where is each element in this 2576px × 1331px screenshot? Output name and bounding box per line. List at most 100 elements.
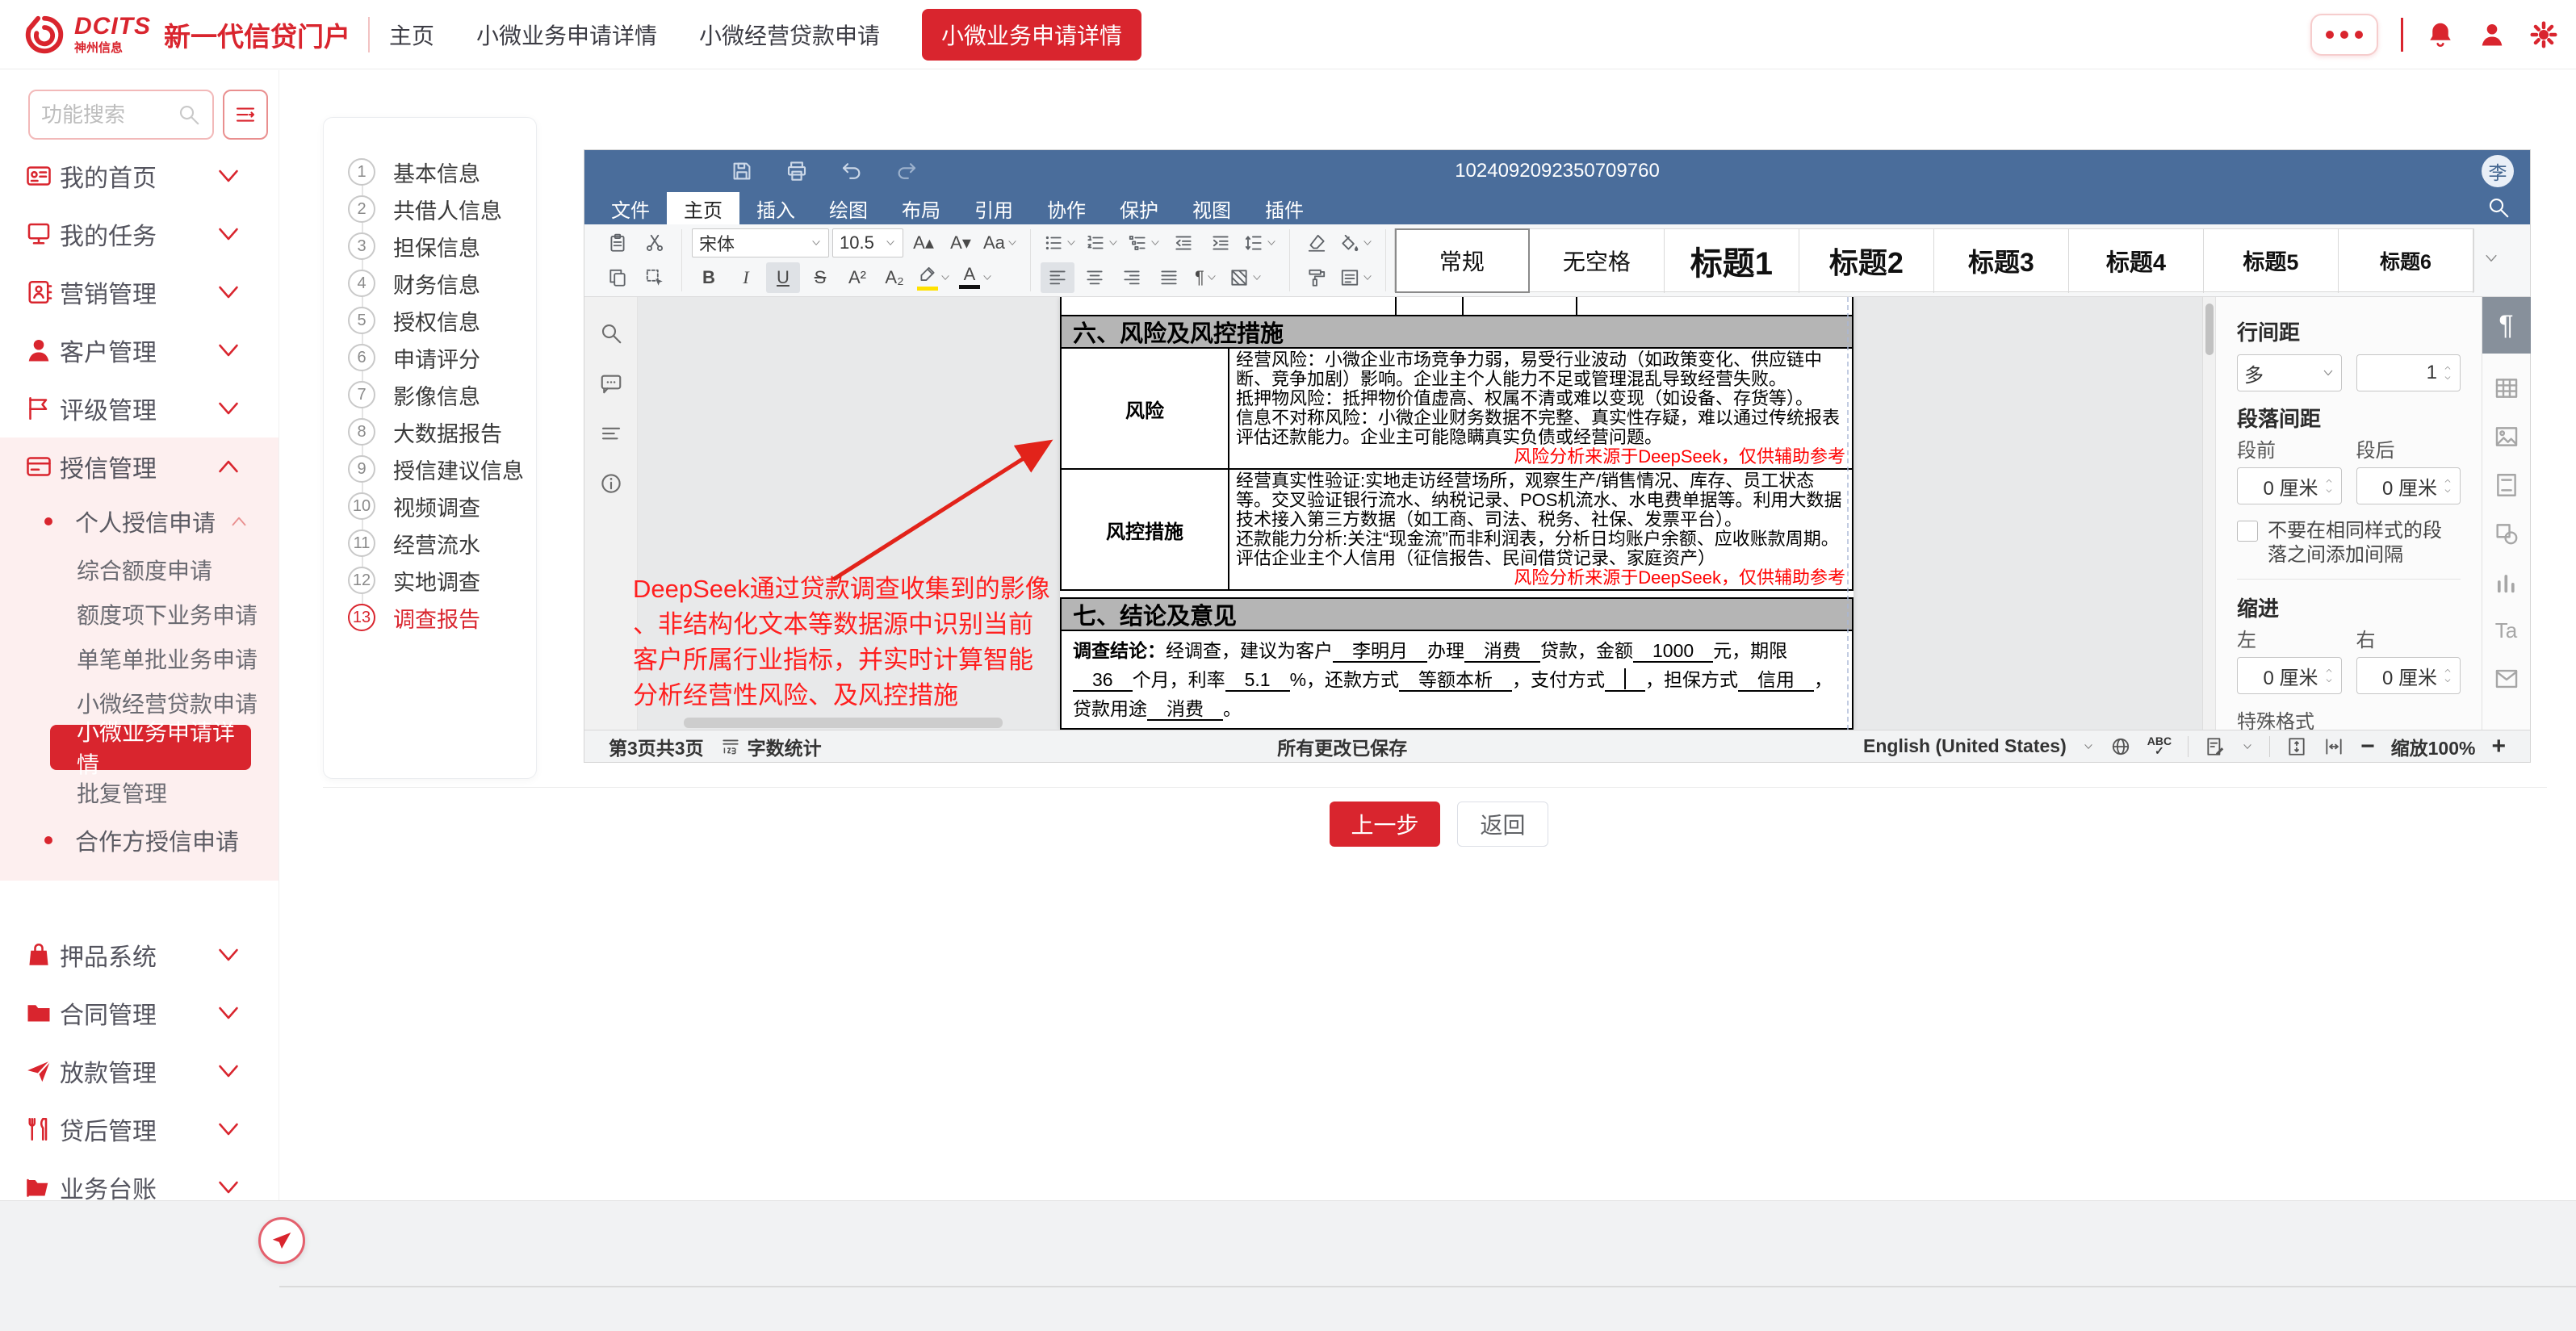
editor-menu-2[interactable]: 插入 (739, 192, 812, 224)
save-icon[interactable] (730, 159, 754, 183)
menu-collapse-button[interactable] (223, 90, 268, 140)
no-space-checkbox[interactable] (2237, 521, 2258, 542)
grow-font-button[interactable]: A▴ (907, 228, 940, 258)
step-12[interactable]: 12实地调查 (348, 562, 536, 599)
line-spacing-value-stepper[interactable]: 1 (2356, 354, 2461, 391)
step-10[interactable]: 10视频调查 (348, 488, 536, 525)
document-page[interactable]: 六、风险及风控措施 风险 经营风险：小微企业市场竞争力弱，易受行业波动（如政策变… (1060, 297, 1853, 730)
sidebar-item-1[interactable]: 我的任务 (0, 205, 279, 263)
shading-button[interactable] (1226, 262, 1265, 293)
paragraph-panel-button[interactable]: ¶ (2482, 297, 2531, 354)
align-justify-button[interactable] (1152, 262, 1186, 293)
editor-menu-0[interactable]: 文件 (594, 192, 667, 224)
underline-button[interactable]: U (766, 262, 800, 293)
sidebar-subitem-5-0[interactable]: 个人授信申请 (0, 496, 279, 547)
format-painter-button[interactable] (1300, 262, 1334, 293)
spin-up-icon[interactable] (2442, 667, 2453, 675)
form-blank[interactable]: 1000 (1633, 640, 1713, 663)
style-常规[interactable]: 常规 (1395, 228, 1530, 293)
spin-down-icon[interactable] (2442, 487, 2453, 495)
form-blank[interactable]: 信用 (1738, 669, 1814, 692)
nav-tab-1[interactable]: 小微业务申请详情 (476, 19, 657, 51)
vertical-scrollbar[interactable] (2202, 297, 2215, 730)
step-7[interactable]: 7影像信息 (348, 376, 536, 413)
outline-icon[interactable] (599, 421, 623, 446)
nav-tab-0[interactable]: 主页 (389, 19, 434, 51)
form-blank[interactable]: 消费 (1147, 698, 1223, 721)
shape-panel-button[interactable] (2493, 520, 2520, 547)
comments-icon[interactable] (599, 371, 623, 396)
paragraph-mark-button[interactable]: ¶ (1189, 262, 1223, 293)
editor-menu-4[interactable]: 布局 (885, 192, 957, 224)
bell-icon[interactable] (2426, 20, 2455, 49)
style-标题1[interactable]: 标题1 (1665, 228, 1799, 293)
form-blank[interactable]: 等额本析 (1399, 669, 1512, 692)
undo-icon[interactable] (840, 159, 864, 183)
user-icon[interactable] (2478, 20, 2507, 49)
sidebar-leaf-5-0-2[interactable]: 单笔单批业务申请 (0, 636, 279, 680)
globe-icon[interactable] (2110, 736, 2131, 757)
sidebar-leaf-5-0-0[interactable]: 综合额度申请 (0, 547, 279, 592)
sidebar-subitem-5-1[interactable]: 合作方授信申请 (0, 814, 279, 866)
sidebar-search[interactable] (28, 90, 214, 140)
sidebar-item-9[interactable]: 贷后管理 (0, 1100, 279, 1158)
nav-tab-2[interactable]: 小微经营贷款申请 (699, 19, 880, 51)
select-button[interactable] (638, 262, 672, 293)
find-icon[interactable] (599, 321, 623, 345)
edit-mode-icon[interactable] (2205, 736, 2226, 757)
numbered-list-button[interactable] (1083, 228, 1121, 258)
redo-icon[interactable] (894, 159, 919, 183)
step-1[interactable]: 1基本信息 (348, 153, 536, 190)
sidebar-leaf-active[interactable]: 小微业务申请详情 (50, 725, 251, 770)
change-case-button[interactable]: Aa (981, 228, 1020, 258)
chart-panel-button[interactable] (2493, 568, 2520, 596)
line-spacing-button[interactable] (1241, 228, 1280, 258)
align-right-button[interactable] (1115, 262, 1149, 293)
strikethrough-button[interactable]: S (803, 262, 837, 293)
sidebar-item-7[interactable]: 合同管理 (0, 984, 279, 1042)
after-spacing-stepper[interactable]: 0 厘米 (2356, 467, 2461, 504)
spellcheck-button[interactable]: ABC✓ (2147, 737, 2172, 755)
spin-down-icon[interactable] (2323, 487, 2335, 495)
avatar[interactable]: 李 (2482, 155, 2514, 187)
editor-menu-7[interactable]: 保护 (1103, 192, 1175, 224)
form-blank[interactable]: 消费 (1464, 640, 1540, 663)
shrink-font-button[interactable]: A▾ (944, 228, 978, 258)
fit-width-icon[interactable] (2323, 736, 2344, 757)
editor-menu-9[interactable]: 插件 (1248, 192, 1321, 224)
style-标题6[interactable]: 标题6 (2339, 228, 2473, 293)
multilevel-list-button[interactable] (1125, 228, 1163, 258)
cut-button[interactable] (638, 228, 672, 258)
fill-color-button[interactable] (1337, 228, 1376, 258)
spin-up-icon[interactable] (2323, 477, 2335, 485)
sidebar-item-5[interactable]: 授信管理 (0, 437, 279, 496)
indent-left-stepper[interactable]: 0 厘米 (2237, 657, 2342, 694)
page-indicator[interactable]: 第3页共3页 (609, 733, 704, 760)
previous-step-button[interactable]: 上一步 (1330, 802, 1440, 847)
sidebar-item-8[interactable]: 放款管理 (0, 1042, 279, 1100)
sidebar-item-0[interactable]: 我的首页 (0, 147, 279, 205)
style-gallery-more[interactable] (2474, 226, 2508, 291)
copy-button[interactable] (601, 262, 635, 293)
italic-button[interactable]: I (729, 262, 763, 293)
zoom-in-button[interactable]: + (2491, 733, 2506, 760)
clear-format-button[interactable] (1300, 228, 1334, 258)
step-2[interactable]: 2共借人信息 (348, 190, 536, 228)
image-panel-button[interactable] (2493, 423, 2520, 450)
spin-down-icon[interactable] (2442, 374, 2453, 382)
step-8[interactable]: 8大数据报告 (348, 413, 536, 450)
form-blank[interactable] (1605, 669, 1645, 692)
decrease-indent-button[interactable] (1167, 228, 1200, 258)
sidebar-item-3[interactable]: 客户管理 (0, 321, 279, 379)
spin-down-icon[interactable] (2323, 676, 2335, 684)
page-panel-button[interactable] (2493, 471, 2520, 499)
nav-tab-3[interactable]: 小微业务申请详情 (922, 9, 1141, 61)
style-标题2[interactable]: 标题2 (1799, 228, 1934, 293)
zoom-level[interactable]: 缩放100% (2391, 733, 2476, 760)
font-name-select[interactable]: 宋体 (692, 228, 829, 257)
language-selector[interactable]: English (United States) (1863, 735, 2067, 757)
vertical-scrollbar-thumb[interactable] (2205, 303, 2214, 355)
sidebar-item-6[interactable]: 押品系统 (0, 926, 279, 984)
sidebar-item-10[interactable]: 业务台账 (0, 1158, 279, 1200)
spin-up-icon[interactable] (2442, 364, 2453, 372)
